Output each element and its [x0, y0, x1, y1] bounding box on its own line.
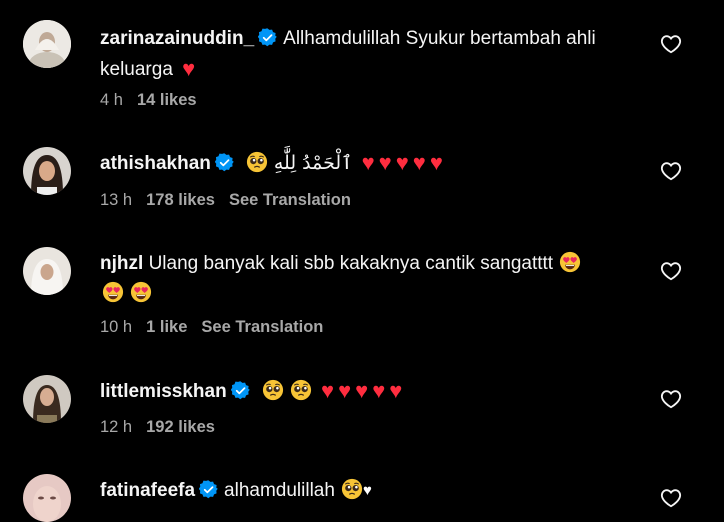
comment-meta: 12 h 192 likes [100, 418, 215, 437]
comment-body: zarinazainuddin_ Allhamdulillah Syukur be… [100, 24, 640, 85]
red-heart-emoji: ♥ [338, 378, 352, 403]
comment-likes[interactable]: 14 likes [137, 91, 197, 109]
comment-likes[interactable]: 1 like [146, 318, 187, 336]
comment-meta: 4 h 14 likes [100, 91, 197, 110]
red-heart-emoji: ♥ [378, 150, 392, 175]
pleading-face-emoji [262, 379, 284, 401]
red-heart-emoji: ♥ [182, 56, 196, 81]
heart-eyes-emoji [102, 281, 124, 303]
red-heart-emoji: ♥ [429, 150, 443, 175]
comment-meta: 13 h 178 likes See Translation [100, 191, 351, 210]
comment-username[interactable]: athishakhan [100, 153, 211, 174]
verified-badge-icon [231, 381, 250, 400]
avatar[interactable] [23, 247, 71, 295]
comment-meta: 10 h 1 like See Translation [100, 318, 323, 337]
red-heart-emoji: ♥ [395, 150, 409, 175]
verified-badge-icon [258, 28, 277, 47]
comment-body: littlemisskhan ♥ ♥ ♥ ♥ ♥ [100, 376, 640, 407]
heart-outline-icon[interactable] [660, 160, 682, 182]
comment-time[interactable]: 13 h [100, 191, 132, 209]
red-heart-emoji: ♥ [372, 378, 386, 403]
comment-time[interactable]: 4 h [100, 91, 123, 109]
heart-eyes-emoji [130, 281, 152, 303]
heart-eyes-emoji [559, 251, 581, 273]
red-heart-emoji: ♥ [412, 150, 426, 175]
heart-outline-icon[interactable] [660, 260, 682, 282]
red-heart-emoji: ♥ [389, 378, 403, 403]
heart-outline-icon[interactable] [660, 33, 682, 55]
comment-username[interactable]: njhzl [100, 253, 143, 274]
comment-body: fatinafeefa alhamdulillah ♥ [100, 476, 640, 506]
red-heart-emoji: ♥ [355, 378, 369, 403]
comment-text: alhamdulillah [224, 480, 335, 501]
avatar[interactable] [23, 474, 71, 522]
avatar[interactable] [23, 147, 71, 195]
avatar[interactable] [23, 375, 71, 423]
verified-badge-icon [215, 153, 234, 172]
heart-outline-icon[interactable] [660, 388, 682, 410]
pleading-face-emoji [341, 478, 363, 500]
comment-time[interactable]: 10 h [100, 318, 132, 336]
heart-outline-icon[interactable] [660, 487, 682, 509]
comment-username[interactable]: fatinafeefa [100, 480, 195, 501]
white-heart-emoji: ♥ [362, 482, 372, 499]
red-heart-emoji: ♥ [361, 150, 375, 175]
comment-username[interactable]: littlemisskhan [100, 381, 227, 402]
see-translation-link[interactable]: See Translation [201, 318, 323, 336]
comment-body: athishakhan ٱلْحَمْدُ لِلَّٰهِ ♥ ♥ ♥ ♥ ♥ [100, 148, 640, 179]
comment-text: ٱلْحَمْدُ لِلَّٰهِ [273, 152, 353, 174]
comment-likes[interactable]: 178 likes [146, 191, 215, 209]
red-heart-emoji: ♥ [321, 378, 335, 403]
comment-body: njhzl Ulang banyak kali sbb kakaknya can… [100, 249, 640, 309]
comment-likes[interactable]: 192 likes [146, 418, 215, 436]
avatar[interactable] [23, 20, 71, 68]
comment-time[interactable]: 12 h [100, 418, 132, 436]
verified-badge-icon [199, 480, 218, 499]
see-translation-link[interactable]: See Translation [229, 191, 351, 209]
pleading-face-emoji [246, 151, 268, 173]
comment-text: Ulang banyak kali sbb kakaknya cantik sa… [148, 253, 554, 274]
comment-username[interactable]: zarinazainuddin_ [100, 28, 254, 49]
pleading-face-emoji [290, 379, 312, 401]
